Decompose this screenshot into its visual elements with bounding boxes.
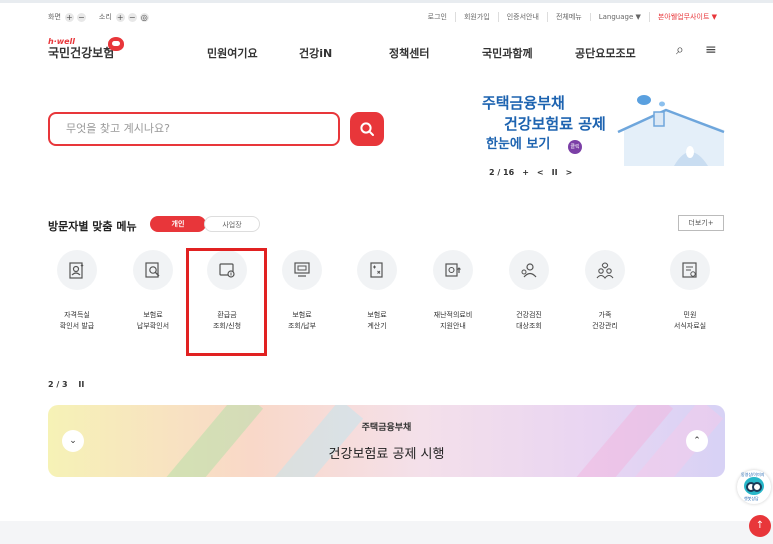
checkup-search-icon (521, 263, 537, 278)
menu-item-premium-calculator[interactable]: 보험료계산기 (347, 250, 407, 332)
menu-label: 보험료 (292, 311, 312, 319)
menu-item-civil-forms[interactable]: 민원서식자료실 (660, 250, 720, 332)
menu-item-family-health[interactable]: 가족건강관리 (575, 250, 635, 332)
nav-with-people[interactable]: 국민과함께 (482, 45, 533, 61)
chatbot-caption-bottom: 챗봇상담 (744, 496, 759, 501)
login-link[interactable]: 로그인 (420, 12, 455, 22)
site-logo[interactable]: h·well 국민건강보험 (48, 37, 124, 60)
promo-title-line-1: 주택금융부채 (361, 423, 412, 433)
promo-banner[interactable]: 주택금융부채 건강보험료 공제 시행 ⌄ ⌃ (48, 405, 725, 477)
highlight-annotation (186, 248, 267, 356)
menu-item-premium-payment-cert[interactable]: 보험료납부확인서 (123, 250, 183, 332)
nav-health-in[interactable]: 건강iN (299, 45, 332, 61)
menu-item-qualification-cert[interactable]: 자격득실확인서 발급 (47, 250, 107, 332)
certificate-icon (69, 262, 84, 279)
accessibility-controls: 화면 + − 소리 + − ◎ (48, 12, 152, 22)
menu-label: 보험료 (367, 311, 387, 319)
menu-label: 건강검진 (516, 311, 542, 319)
promo-pause-button[interactable]: II (78, 380, 84, 389)
volume-up-button[interactable]: + (115, 12, 125, 22)
search-icon[interactable]: ⌕ (676, 42, 684, 58)
zoom-in-button[interactable]: + (64, 12, 74, 22)
tab-business[interactable]: 사업장 (204, 216, 260, 232)
language-select[interactable]: Language ▼ (589, 13, 649, 21)
promo-title-line-2: 건강보험료 공제 시행 (328, 447, 445, 462)
nav-about-nhis[interactable]: 공단요모조모 (575, 45, 636, 61)
menu-label: 보험료 (143, 311, 163, 319)
search-button[interactable] (350, 112, 384, 146)
forms-icon (682, 262, 697, 278)
tab-personal[interactable]: 개인 (150, 216, 206, 232)
signup-link[interactable]: 회원가입 (454, 12, 498, 22)
menu-label: 자격득실 (64, 311, 90, 319)
hamburger-menu-icon[interactable]: ≡ (705, 42, 717, 58)
related-sites-select[interactable]: 본아웰업무사이트 ▼ (648, 12, 725, 22)
menu-label: 건강관리 (592, 322, 618, 330)
menu-label: 계산기 (367, 322, 387, 330)
menu-label: 납부확인서 (136, 322, 170, 330)
zoom-out-button[interactable]: − (76, 12, 86, 22)
payment-icon (294, 262, 310, 277)
banner-page-count: 2 / 16 (489, 168, 515, 177)
banner-line-1[interactable]: 주택금융부채 (482, 96, 565, 111)
receipt-search-icon (145, 262, 160, 278)
sound-label: 소리 (98, 13, 112, 21)
sitemap-link[interactable]: 전체메뉴 (546, 12, 590, 22)
promo-next-button[interactable]: ⌃ (686, 430, 708, 452)
chatbot-button[interactable]: 동영상/이미지 챗봇상담 (737, 470, 771, 504)
banner-plus-button[interactable]: + (522, 168, 529, 177)
click-badge[interactable]: 클릭 (568, 140, 582, 154)
more-button[interactable]: 더보기+ (678, 215, 724, 231)
quick-menu-title: 방문자별 맞춤 메뉴 (48, 220, 137, 233)
search-input[interactable]: 무엇을 찾고 계시나요? (48, 112, 340, 146)
banner-pager: 2 / 16 + < II > (489, 168, 580, 177)
menu-label: 민원 (683, 311, 697, 319)
back-to-top-button[interactable]: ↑ (749, 515, 771, 537)
calculator-icon (370, 262, 383, 278)
house-illustration-icon (617, 95, 725, 166)
menu-label: 확인서 발급 (59, 322, 95, 330)
promo-pager: 2 / 3 II (48, 380, 84, 389)
nav-policy-center[interactable]: 정책센터 (389, 45, 429, 61)
logo-title: 국민건강보험 (48, 46, 115, 60)
menu-label: 조회/납부 (287, 322, 317, 330)
banner-pause-button[interactable]: II (552, 168, 558, 177)
medical-support-icon (445, 263, 461, 277)
menu-item-premium-payment[interactable]: 보험료조회/납부 (272, 250, 332, 332)
search-icon (360, 122, 374, 136)
nav-civil-service[interactable]: 민원여기요 (207, 45, 258, 61)
menu-label: 대상조회 (516, 322, 542, 330)
mascot-icon (744, 477, 764, 495)
promo-prev-button[interactable]: ⌄ (62, 430, 84, 452)
menu-label: 서식자료실 (673, 322, 707, 330)
certificate-guide-link[interactable]: 인증서안내 (497, 12, 547, 22)
menu-label: 재난적의료비 (433, 311, 473, 319)
screen-size-label: 화면 (48, 13, 61, 21)
menu-item-catastrophic-medical-support[interactable]: 재난적의료비지원안내 (423, 250, 483, 332)
menu-item-checkup-target-search[interactable]: 건강검진대상조회 (499, 250, 559, 332)
footer-strip (0, 521, 773, 544)
menu-label: 가족 (598, 311, 612, 319)
banner-line-3[interactable]: 한눈에 보기 (486, 138, 550, 151)
utility-links: 로그인 회원가입 인증서안내 전체메뉴 Language ▼ 본아웰업무사이트 … (420, 12, 725, 22)
banner-prev-button[interactable]: < (537, 168, 544, 177)
banner-next-button[interactable]: > (566, 168, 573, 177)
promo-page-count: 2 / 3 (48, 380, 68, 389)
menu-label: 지원안내 (440, 322, 466, 330)
banner-line-2[interactable]: 건강보험료 공제 (504, 117, 606, 132)
utility-bar: 화면 + − 소리 + − ◎ 로그인 회원가입 인증서안내 전체메뉴 Lang… (0, 0, 773, 30)
sound-toggle-icon[interactable]: ◎ (139, 12, 149, 22)
volume-down-button[interactable]: − (127, 12, 137, 22)
family-icon (596, 262, 614, 279)
logo-mark-icon (108, 37, 124, 51)
logo-subtitle: h·well (48, 37, 76, 46)
main-header: h·well 국민건강보험 민원여기요 건강iN 정책센터 국민과함께 공단요모… (0, 30, 773, 74)
